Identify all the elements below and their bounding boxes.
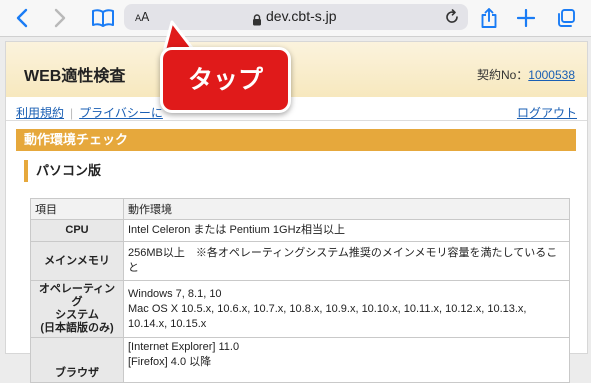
row-label: メインメモリ: [30, 241, 124, 281]
tabs-icon[interactable]: [552, 0, 580, 36]
row-label: CPU: [30, 219, 124, 242]
table-row: CPU Intel Celeron または Pentium 1GHz相当以上: [30, 219, 570, 242]
contract-link[interactable]: 1000538: [528, 68, 575, 82]
contract-label: 契約No：: [476, 68, 529, 82]
row-value-line: Mac OS X 10.5.x, 10.6.x, 10.7.x, 10.8.x,…: [128, 302, 527, 330]
subsection-title: パソコン版: [24, 160, 101, 182]
table-row: オペレーティング システム (日本語版のみ) Windows 7, 8.1, 1…: [30, 280, 570, 338]
row-value: 256MB以上 ※各オペレーティングシステム推奨のメインメモリ容量を満たしている…: [123, 241, 570, 281]
share-icon[interactable]: [476, 0, 502, 36]
col-header-env: 動作環境: [123, 198, 570, 220]
table-row: メインメモリ 256MB以上 ※各オペレーティングシステム推奨のメインメモリ容量…: [30, 241, 570, 281]
row-label-line: システム: [55, 309, 99, 321]
environment-table: 項目 動作環境 CPU Intel Celeron または Pentium 1G…: [30, 198, 570, 383]
back-icon[interactable]: [8, 0, 36, 36]
col-header-item: 項目: [30, 198, 124, 220]
row-label: オペレーティング システム (日本語版のみ): [30, 280, 124, 338]
row-value-line: Windows 7, 8.1, 10: [128, 287, 222, 300]
section-title: 動作環境チェック: [16, 129, 576, 151]
bookmarks-icon[interactable]: [88, 0, 118, 36]
reload-icon[interactable]: [444, 9, 460, 29]
row-value-line: [Firefox] 4.0 以降: [128, 356, 212, 368]
text-size-button[interactable]: AA: [135, 10, 149, 24]
logout-link[interactable]: ログアウト: [517, 106, 577, 120]
privacy-link[interactable]: プライバシーに: [79, 106, 163, 120]
browser-toolbar: AA dev.cbt-s.jp: [0, 0, 591, 37]
forward-icon[interactable]: [46, 0, 74, 36]
nav-separator: |: [70, 106, 74, 120]
table-header-row: 項目 動作環境: [30, 198, 570, 220]
nav-links: 利用規約 | プライバシーに: [16, 104, 163, 121]
row-label-line: オペレーティング: [38, 283, 116, 308]
row-value-line: [Internet Explorer] 11.0: [128, 341, 240, 353]
tap-callout: タップ: [160, 47, 291, 113]
row-label-line: (日本語版のみ): [40, 322, 114, 334]
terms-link[interactable]: 利用規約: [16, 106, 64, 120]
divider: [6, 120, 587, 121]
row-value: [Internet Explorer] 11.0 [Firefox] 4.0 以…: [123, 337, 570, 383]
url-domain: dev.cbt-s.jp: [266, 8, 337, 24]
contract-number: 契約No：1000538: [477, 66, 575, 83]
row-label: ブラウザ: [30, 337, 124, 383]
site-header: WEB適性検査 契約No：1000538: [6, 42, 587, 97]
table-row: ブラウザ [Internet Explorer] 11.0 [Firefox] …: [30, 337, 570, 383]
web-page: WEB適性検査 契約No：1000538 利用規約 | プライバシーに ログアウト …: [5, 41, 588, 383]
callout-label: タップ: [187, 65, 263, 94]
new-tab-icon[interactable]: [513, 0, 539, 36]
row-value: Intel Celeron または Pentium 1GHz相当以上: [123, 219, 570, 242]
lock-icon: [252, 11, 262, 30]
row-value: Windows 7, 8.1, 10 Mac OS X 10.5.x, 10.6…: [123, 280, 570, 338]
site-title: WEB適性検査: [24, 68, 126, 85]
